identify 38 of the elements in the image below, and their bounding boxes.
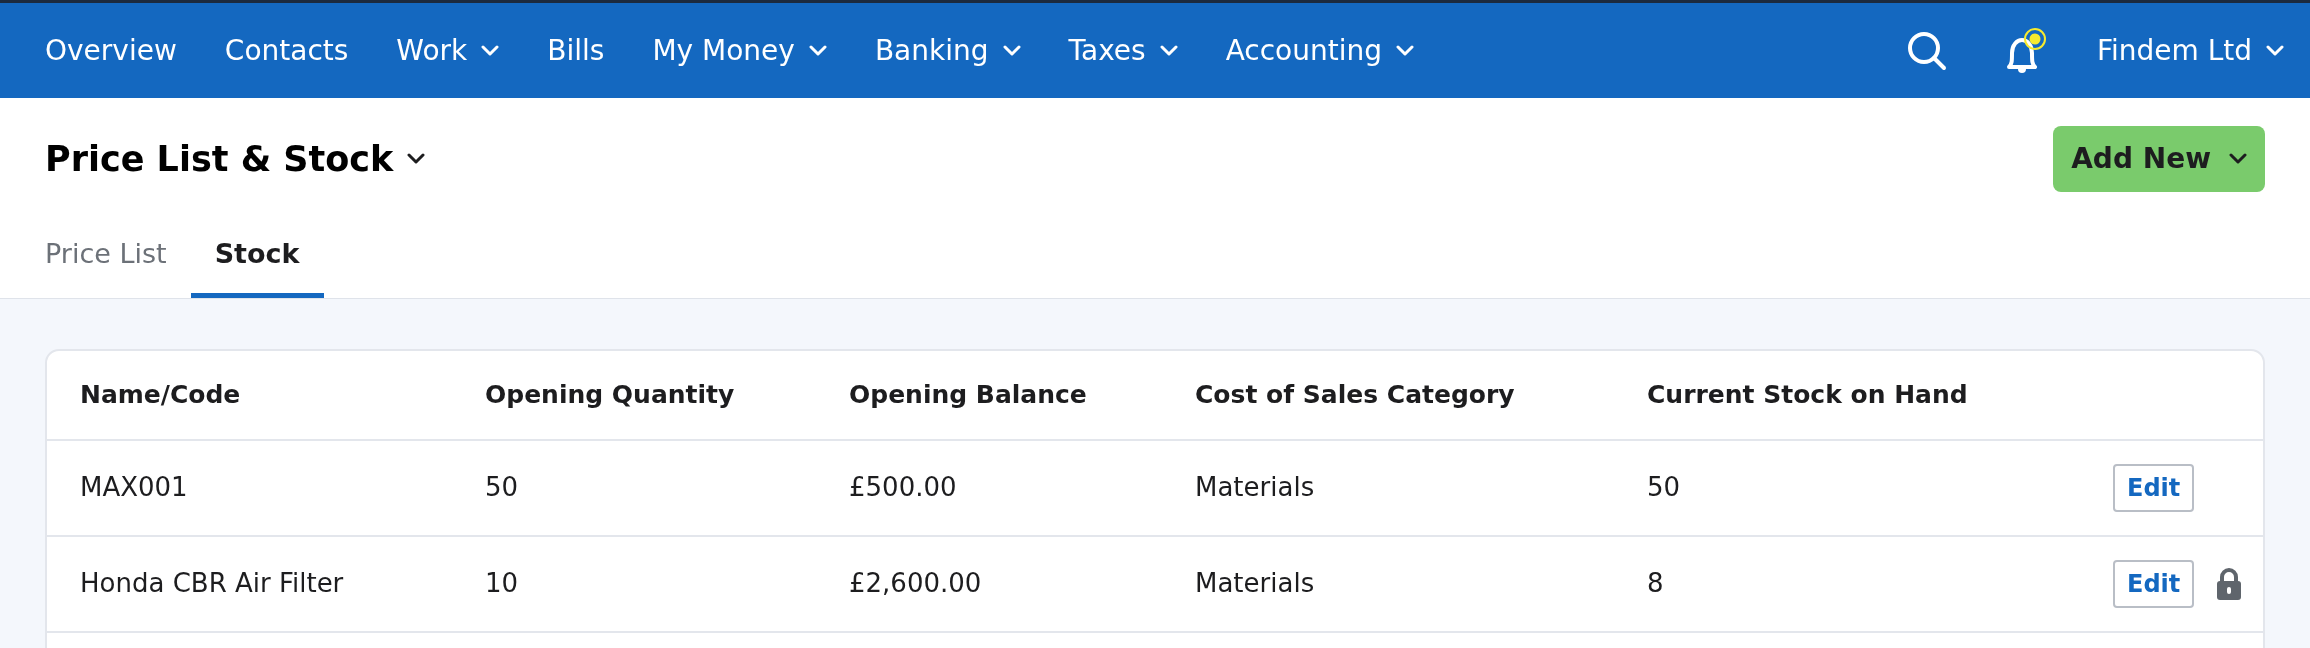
nav-link[interactable]: Banking: [874, 29, 1021, 72]
table-cell-text: 50: [485, 471, 520, 504]
page-title-menu[interactable]: Price List & Stock: [45, 132, 426, 186]
nav-link[interactable]: Bills: [547, 29, 605, 72]
chevron-down-icon: [808, 44, 827, 57]
tab[interactable]: Stock: [190, 220, 324, 298]
table-cell-text: 50: [1647, 471, 1682, 504]
chevron-down-icon: [2266, 44, 2284, 57]
add-new-button[interactable]: Add New: [2053, 126, 2265, 192]
column-header: Current Stock on Hand: [1647, 378, 1969, 411]
nav-link[interactable]: Contacts: [224, 29, 349, 72]
table-cell-text: Materials: [1195, 471, 1316, 504]
nav-link[interactable]: Overview: [45, 29, 177, 72]
column-header: Cost of Sales Category: [1195, 378, 1516, 411]
column-header: Opening Quantity: [485, 378, 736, 411]
table-cell-text: MAX001: [80, 471, 189, 504]
column-header: Name/Code: [80, 378, 242, 411]
chevron-down-icon: [2229, 153, 2247, 165]
edit-button[interactable]: Edit: [2113, 463, 2195, 512]
table-cell-text: 8: [1647, 567, 1665, 600]
table-cell-text: £500.00: [849, 471, 958, 504]
account-menu[interactable]: Findem Ltd: [2096, 29, 2284, 72]
nav-link[interactable]: My Money: [652, 29, 827, 72]
table-cell-text: Materials: [1195, 567, 1316, 600]
chevron-down-icon: [407, 153, 426, 165]
nav-link[interactable]: Taxes: [1068, 29, 1178, 72]
nav-link[interactable]: Work: [396, 29, 500, 72]
chevron-down-icon: [1159, 44, 1178, 57]
chevron-down-icon: [481, 44, 500, 57]
nav-link[interactable]: Accounting: [1225, 29, 1415, 72]
tab[interactable]: Price List: [45, 220, 191, 298]
edit-button[interactable]: Edit: [2113, 559, 2195, 608]
table-cell-text: Honda CBR Air Filter: [80, 567, 345, 600]
column-header: Opening Balance: [849, 378, 1088, 411]
table-cell-text: £2,600.00: [849, 567, 983, 600]
chevron-down-icon: [1396, 44, 1415, 57]
table-cell-text: 10: [485, 567, 520, 600]
chevron-down-icon: [1002, 44, 1021, 57]
